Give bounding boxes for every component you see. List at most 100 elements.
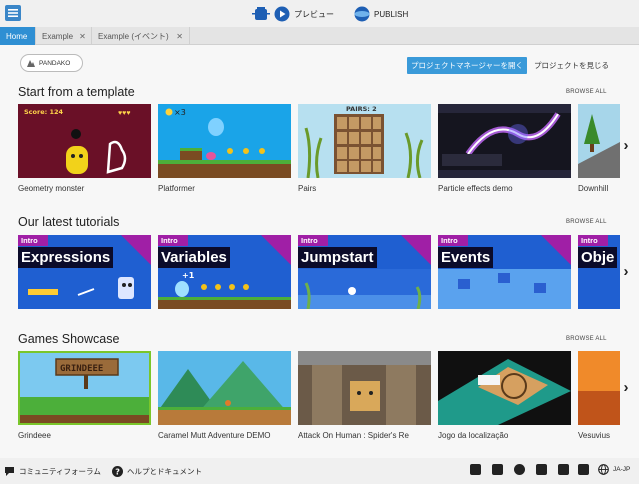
pandako-icon (27, 60, 35, 67)
tutorials-next-arrow[interactable]: › (620, 263, 632, 280)
forum-icon (5, 466, 14, 476)
tutorial-card-jumpstart[interactable]: Intro Jumpstart (298, 235, 431, 309)
tutorials-browse-all[interactable]: BROWSE ALL (566, 219, 607, 225)
showcase-label: Caramel Mutt Adventure DEMO (158, 431, 271, 440)
template-label: Pairs (298, 184, 317, 193)
publish-button[interactable]: PUBLISH (374, 10, 408, 19)
variables-art: +1 (158, 271, 291, 309)
help-docs-link[interactable]: ? ヘルプとドキュメント (112, 464, 202, 478)
editor-tabs: Home Example ✕ Example (イベント) ✕ (0, 27, 639, 45)
tutorial-card-variables[interactable]: Intro Variables +1 (158, 235, 291, 309)
showcase-label: Vesuvius (578, 431, 611, 440)
showcase-next-arrow[interactable]: › (620, 379, 632, 396)
app-root: プレビュー PUBLISH Home Example ✕ Example (イベン… (0, 0, 639, 484)
gdevelop-corner (541, 235, 571, 265)
template-label: Platformer (158, 184, 195, 193)
intro-badge: Intro (578, 235, 608, 246)
intro-badge: Intro (438, 235, 468, 246)
showcase-card-attack-on-human[interactable] (298, 351, 431, 425)
publish-icon[interactable] (354, 6, 370, 22)
top-toolbar: プレビュー PUBLISH (0, 0, 639, 27)
lives-text: ×3 (174, 108, 186, 117)
tutorial-title: Events (438, 247, 494, 268)
pandako-label: PANDAKO (39, 59, 71, 67)
help-icon: ? (112, 465, 123, 477)
showcase-card-caramel-mutt[interactable] (158, 351, 291, 425)
jogo-thumbnail (438, 351, 571, 425)
vesuvius-thumbnail (578, 351, 620, 425)
downhill-thumbnail (578, 104, 620, 178)
twitter-icon[interactable] (558, 464, 569, 475)
tutorials-heading: Our latest tutorials (18, 215, 120, 229)
grindeee-sign-text: GRINDEEE (60, 364, 103, 374)
toolbar-center: プレビュー PUBLISH (252, 5, 408, 23)
tab-example-events[interactable]: Example (イベント) ✕ (92, 27, 190, 45)
showcase-card-jogo-da-localizacao[interactable] (438, 351, 571, 425)
discord-icon[interactable] (492, 464, 503, 475)
showcase-label: Attack On Human : Spider's Re (298, 431, 409, 440)
forum-label: コミュニティフォーラム (19, 466, 101, 476)
pairs-thumbnail: PAIRS: 2 (298, 104, 431, 178)
open-project-manager-button[interactable]: プロジェクトマネージャーを開く (407, 57, 527, 74)
tab-label: Example (イベント) (98, 31, 169, 41)
tab-label: Home (6, 31, 28, 41)
tab-example[interactable]: Example ✕ (36, 27, 92, 45)
template-label: Downhill (578, 184, 609, 193)
intro-badge: Intro (298, 235, 328, 246)
tutorial-title: Obje (578, 247, 618, 268)
template-label: Particle effects demo (438, 184, 513, 193)
pandako-button[interactable]: PANDAKO (20, 54, 83, 72)
intro-badge: Intro (158, 235, 188, 246)
showcase-label: Jogo da localização (438, 431, 509, 440)
svg-text:♥♥♥: ♥♥♥ (118, 110, 130, 117)
reddit-icon[interactable] (514, 464, 525, 475)
templates-next-arrow[interactable]: › (620, 137, 632, 154)
close-icon[interactable]: ✕ (79, 32, 86, 41)
preview-play-icon[interactable] (274, 6, 290, 22)
facebook-icon[interactable] (578, 464, 589, 475)
particle-effects-thumbnail (438, 104, 571, 178)
showcase-browse-all[interactable]: BROWSE ALL (566, 336, 607, 342)
showcase-card-vesuvius[interactable] (578, 351, 620, 425)
close-icon[interactable]: ✕ (176, 32, 183, 41)
expressions-art (28, 277, 134, 299)
template-card-downhill[interactable] (578, 104, 620, 178)
caramel-mutt-thumbnail (158, 351, 291, 425)
gdevelop-corner (401, 235, 431, 265)
tab-home[interactable]: Home (0, 27, 36, 45)
globe-icon (598, 464, 609, 475)
template-card-platformer[interactable]: ×3 (158, 104, 291, 178)
template-label: Geometry monster (18, 184, 85, 193)
language-selector[interactable]: JA-JP (598, 464, 630, 475)
templates-browse-all[interactable]: BROWSE ALL (566, 89, 607, 95)
tutorial-title: Jumpstart (298, 247, 377, 268)
events-art (438, 269, 571, 309)
tutorial-card-events[interactable]: Intro Events (438, 235, 571, 309)
tab-label: Example (42, 31, 74, 41)
tutorial-card-objects[interactable]: Intro Obje (578, 235, 620, 309)
jumpstart-art (298, 269, 431, 309)
template-card-geometry-monster[interactable]: Score: 124 ♥♥♥ (18, 104, 151, 178)
help-label: ヘルプとドキュメント (127, 466, 202, 476)
showcase-label: Grindeee (18, 431, 51, 440)
plus-one-text: +1 (182, 271, 195, 280)
pairs-text: PAIRS: 2 (346, 105, 377, 113)
project-manager-icon[interactable] (4, 4, 22, 22)
see-projects-link[interactable]: プロジェクトを見じる (534, 57, 609, 74)
templates-heading: Start from a template (18, 85, 135, 99)
github-icon[interactable] (536, 464, 547, 475)
template-card-pairs[interactable]: PAIRS: 2 (298, 104, 431, 178)
preview-button[interactable]: プレビュー (294, 9, 334, 20)
intro-badge: Intro (18, 235, 48, 246)
score-text: Score: 124 (24, 108, 64, 116)
youtube-icon[interactable] (470, 464, 481, 475)
tutorial-title: Expressions (18, 247, 114, 268)
geometry-monster-thumbnail: Score: 124 ♥♥♥ (18, 104, 151, 178)
template-card-particle-effects[interactable] (438, 104, 571, 178)
debugger-icon[interactable] (252, 5, 270, 23)
showcase-card-grindeee[interactable]: GRINDEEE (18, 351, 151, 425)
tutorial-card-expressions[interactable]: Intro Expressions (18, 235, 151, 309)
grindeee-thumbnail: GRINDEEE (20, 353, 149, 423)
community-forum-link[interactable]: コミュニティフォーラム (4, 464, 101, 478)
language-label: JA-JP (613, 466, 631, 473)
